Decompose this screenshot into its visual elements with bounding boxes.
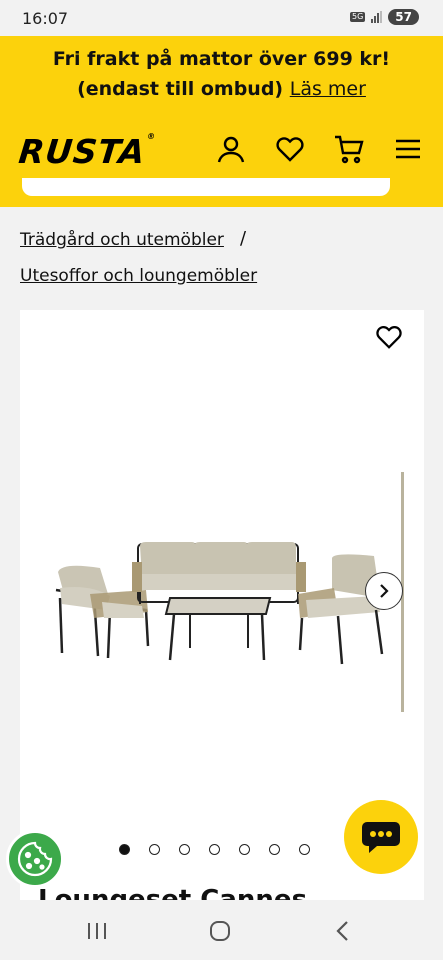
gallery-dot-2[interactable] <box>149 844 160 855</box>
back-button[interactable] <box>330 918 356 944</box>
recent-apps-button[interactable] <box>84 918 110 944</box>
menu-button[interactable] <box>391 132 425 166</box>
menu-icon <box>396 139 420 159</box>
promo-line-1: Fri frakt på mattor över 699 kr! <box>52 48 391 70</box>
system-navigation-bar <box>0 902 443 960</box>
gallery-dot-3[interactable] <box>179 844 190 855</box>
status-indicators: 5G 57 <box>350 9 419 25</box>
chat-button[interactable] <box>344 800 418 874</box>
coffee-table <box>164 597 272 661</box>
logo-registered-mark: ® <box>146 132 157 141</box>
home-icon <box>210 921 230 941</box>
read-more-link[interactable]: Läs mer <box>290 78 366 100</box>
breadcrumb-garden[interactable]: Trädgård och utemöbler <box>20 230 224 250</box>
site-header: Fri frakt på mattor över 699 kr! (endast… <box>0 36 443 207</box>
gallery-dot-5[interactable] <box>239 844 250 855</box>
product-title: Loungeset Cannes <box>38 888 307 900</box>
status-bar: 16:07 5G 57 <box>0 0 443 36</box>
gallery-dot-6[interactable] <box>269 844 280 855</box>
breadcrumb-separator: / <box>240 228 247 249</box>
battery-level: 57 <box>388 9 419 25</box>
breadcrumb-lounge[interactable]: Utesoffor och loungemöbler <box>20 266 257 286</box>
signal-icon <box>371 11 383 23</box>
sofa <box>132 542 306 604</box>
chat-bubble-icon <box>362 822 400 853</box>
heart-icon <box>376 326 402 349</box>
promo-line-2-wrap: (endast till ombud) Läs mer <box>0 74 443 104</box>
right-armchair <box>298 554 384 665</box>
promo-line-2: (endast till ombud) <box>77 78 284 100</box>
home-button[interactable] <box>207 918 233 944</box>
status-time: 16:07 <box>22 9 69 28</box>
gallery-dot-4[interactable] <box>209 844 220 855</box>
account-button[interactable] <box>214 132 248 166</box>
gallery-dot-1[interactable] <box>119 844 130 855</box>
product-image <box>55 542 384 665</box>
logo-text: RUSTA <box>16 132 148 171</box>
next-image-button[interactable] <box>365 572 403 610</box>
back-icon <box>336 921 348 941</box>
heart-icon <box>276 137 304 162</box>
user-icon <box>217 136 245 163</box>
gallery-dot-7[interactable] <box>299 844 310 855</box>
cart-icon <box>335 135 364 164</box>
add-to-wishlist-button[interactable] <box>372 320 406 354</box>
network-type: 5G <box>350 12 366 22</box>
cookie-settings-button[interactable] <box>6 830 64 888</box>
gallery-pagination <box>119 844 310 855</box>
rusta-logo[interactable]: RUSTA® <box>17 132 157 171</box>
search-field-partial[interactable] <box>22 178 390 196</box>
cookie-icon <box>17 841 53 877</box>
cart-button[interactable] <box>332 132 366 166</box>
wishlist-button[interactable] <box>273 132 307 166</box>
promo-banner: Fri frakt på mattor över 699 kr! (endast… <box>0 44 443 104</box>
recent-apps-icon <box>88 923 106 939</box>
chevron-right-icon <box>380 584 389 598</box>
product-title-text: Loungeset Cannes <box>38 888 307 900</box>
